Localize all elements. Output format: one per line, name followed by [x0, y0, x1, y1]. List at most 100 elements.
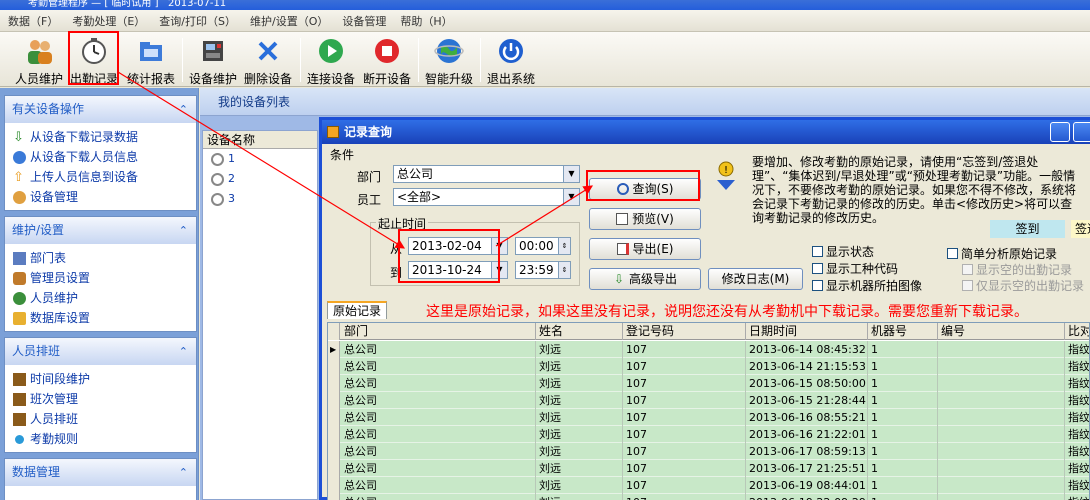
window-title: 考勤管理程序 — [ 临时试用 ] 2013-07-11	[0, 0, 1090, 10]
device-item[interactable]: 3	[203, 189, 317, 209]
column-header[interactable]: 部门	[341, 323, 536, 340]
column-header[interactable]: 日期时间	[746, 323, 868, 340]
column-header[interactable]: 机器号	[868, 323, 938, 340]
toolbar-report-button[interactable]: 统计报表	[124, 36, 178, 86]
sidebar-item-staff[interactable]: 人员维护	[5, 288, 196, 308]
section-header[interactable]: 维护/设置 ⌃	[5, 217, 196, 244]
column-header[interactable]: 姓名	[536, 323, 623, 340]
from-time-spinner[interactable]: 00:00 ⇕	[515, 237, 571, 255]
table-cell: 107	[623, 426, 746, 443]
table-cell: 2013-06-19 22:09:29	[746, 494, 868, 500]
lock-icon	[13, 311, 26, 325]
table-cell: 刘远	[536, 409, 623, 426]
people-icon	[24, 36, 54, 66]
toolbar-device-maint-button[interactable]: 设备维护	[186, 36, 240, 86]
sidebar-section-data: 数据管理 ⌃	[4, 458, 197, 500]
staff-select[interactable]: <全部> ▼	[393, 188, 580, 206]
dept-select[interactable]: 总公司 ▼	[393, 165, 580, 183]
maximize-button[interactable]	[1073, 122, 1090, 142]
menu-query-print[interactable]: 查询/打印（S）	[159, 13, 236, 29]
sidebar-item-shift[interactable]: 班次管理	[5, 389, 196, 409]
collapse-icon[interactable]: ⌃	[179, 338, 188, 365]
row-indicator	[328, 460, 340, 477]
sidebar-item-download-records[interactable]: ⇩ 从设备下载记录数据	[5, 127, 196, 147]
menu-data[interactable]: 数据（F）	[8, 13, 58, 29]
table-cell: 刘远	[536, 426, 623, 443]
table-row[interactable]: 总公司 刘远 107 2013-06-15 08:50:00 1 指纹	[328, 375, 1089, 392]
section-header[interactable]: 人员排班 ⌃	[5, 338, 196, 365]
table-row[interactable]: 总公司 刘远 107 2013-06-16 21:22:01 1 指纹	[328, 426, 1089, 443]
device-list: 设备名称 1 2 3	[202, 130, 318, 500]
sidebar-item-staff-schedule[interactable]: 人员排班	[5, 409, 196, 429]
menu-maintenance[interactable]: 维护/设置（O）	[250, 13, 328, 29]
table-cell: 刘远	[536, 443, 623, 460]
collapse-icon[interactable]: ⌃	[179, 96, 188, 123]
schedule-icon	[13, 372, 26, 386]
tab-raw-records[interactable]: 原始记录	[327, 301, 388, 319]
only-empty-checkbox[interactable]: 仅显示空的出勤记录	[962, 277, 1084, 294]
menu-help[interactable]: 帮助（H）	[400, 13, 452, 29]
spinner-icon: ⇕	[558, 238, 570, 254]
sidebar-item-timeslot[interactable]: 时间段维护	[5, 369, 196, 389]
table-cell: 2013-06-15 08:50:00	[746, 375, 868, 392]
sidebar-item-upload-staff[interactable]: ⇧ 上传人员信息到设备	[5, 167, 196, 187]
sidebar-item-download-staff[interactable]: 从设备下载人员信息	[5, 147, 196, 167]
table-cell: 2013-06-15 21:28:44	[746, 392, 868, 409]
toolbar-upgrade-button[interactable]: 智能升级	[422, 36, 476, 86]
show-status-checkbox[interactable]: 显示状态	[812, 243, 874, 260]
table-cell: 刘远	[536, 460, 623, 477]
sidebar-item-database[interactable]: 数据库设置	[5, 308, 196, 328]
legend-signout: 签退	[1071, 220, 1090, 238]
grid-header-row: 部门姓名登记号码日期时间机器号编号比对方	[328, 323, 1089, 340]
advanced-export-button[interactable]: ⇩ 高级导出	[589, 268, 701, 290]
table-cell: 1	[868, 375, 938, 392]
notice-text: 要增加、修改考勤的原始记录，请使用“忘签到/签退处理”、“集体迟到/早退处理”或…	[752, 155, 1077, 225]
table-row[interactable]: ▶ 总公司 刘远 107 2013-06-14 08:45:32 1 指纹	[328, 341, 1089, 358]
table-row[interactable]: 总公司 刘远 107 2013-06-15 21:28:44 1 指纹	[328, 392, 1089, 409]
to-time-spinner[interactable]: 23:59 ⇕	[515, 261, 571, 279]
column-header[interactable]: 比对方	[1065, 323, 1089, 340]
toolbar-disconnect-button[interactable]: 断开设备	[360, 36, 414, 86]
show-photo-checkbox[interactable]: 显示机器所拍图像	[812, 277, 922, 294]
table-cell: 指纹	[1065, 409, 1089, 426]
table-row[interactable]: 总公司 刘远 107 2013-06-14 21:15:53 1 指纹	[328, 358, 1089, 375]
collapse-icon[interactable]: ⌃	[179, 217, 188, 244]
record-query-dialog: 记录查询 条件 部门 总公司 ▼ 员工 <全部> ▼ 起止时间 从 2013-02-…	[319, 117, 1090, 500]
toolbar-connect-button[interactable]: 连接设备	[304, 36, 358, 86]
column-header[interactable]: 登记号码	[623, 323, 746, 340]
table-cell	[938, 341, 1065, 358]
table-row[interactable]: 总公司 刘远 107 2013-06-19 08:44:01 1 指纹	[328, 477, 1089, 494]
menu-attendance[interactable]: 考勤处理（E）	[72, 13, 145, 29]
show-work-code-checkbox[interactable]: 显示工种代码	[812, 260, 898, 277]
toolbar-exit-button[interactable]: 退出系统	[484, 36, 538, 86]
export-button[interactable]: 导出(E)	[589, 238, 701, 260]
table-row[interactable]: 总公司刘远1072013-06-19 22:09:291 指纹	[328, 494, 1089, 500]
device-item[interactable]: 2	[203, 169, 317, 189]
simple-analysis-checkbox[interactable]: 简单分析原始记录	[947, 245, 1057, 262]
table-row[interactable]: 总公司 刘远 107 2013-06-17 21:25:51 1 指纹	[328, 460, 1089, 477]
table-row[interactable]: 总公司 刘远 107 2013-06-17 08:59:13 1 指纹	[328, 443, 1089, 460]
menu-device[interactable]: 设备管理	[342, 13, 386, 29]
table-cell	[938, 426, 1065, 443]
sidebar-item-department[interactable]: 部门表	[5, 248, 196, 268]
change-log-button[interactable]: 修改日志(M)	[708, 268, 803, 290]
section-header[interactable]: 有关设备操作 ⌃	[5, 96, 196, 123]
section-header[interactable]: 数据管理 ⌃	[5, 459, 196, 486]
sidebar-item-admin[interactable]: 管理员设置	[5, 268, 196, 288]
table-cell: 指纹	[1065, 358, 1089, 375]
sidebar-section-maintenance: 维护/设置 ⌃ 部门表 管理员设置 人员维护 数据库设置	[4, 216, 197, 332]
table-cell: 107	[623, 460, 746, 477]
sidebar-item-device-manage[interactable]: 设备管理	[5, 187, 196, 207]
device-status-icon	[211, 152, 224, 166]
column-header[interactable]: 编号	[938, 323, 1065, 340]
preview-button[interactable]: 预览(V)	[589, 208, 701, 230]
table-cell: 总公司	[341, 392, 536, 409]
toolbar-delete-device-button[interactable]: 删除设备	[242, 36, 294, 86]
collapse-icon[interactable]: ⌃	[179, 459, 188, 486]
sidebar-item-rules[interactable]: 考勤规则	[5, 429, 196, 449]
device-item[interactable]: 1	[203, 149, 317, 169]
toolbar-staff-button[interactable]: 人员维护	[12, 36, 66, 86]
table-row[interactable]: 总公司 刘远 107 2013-06-16 08:55:21 1 指纹	[328, 409, 1089, 426]
minimize-button[interactable]	[1050, 122, 1070, 142]
show-empty-checkbox[interactable]: 显示空的出勤记录	[962, 261, 1072, 278]
